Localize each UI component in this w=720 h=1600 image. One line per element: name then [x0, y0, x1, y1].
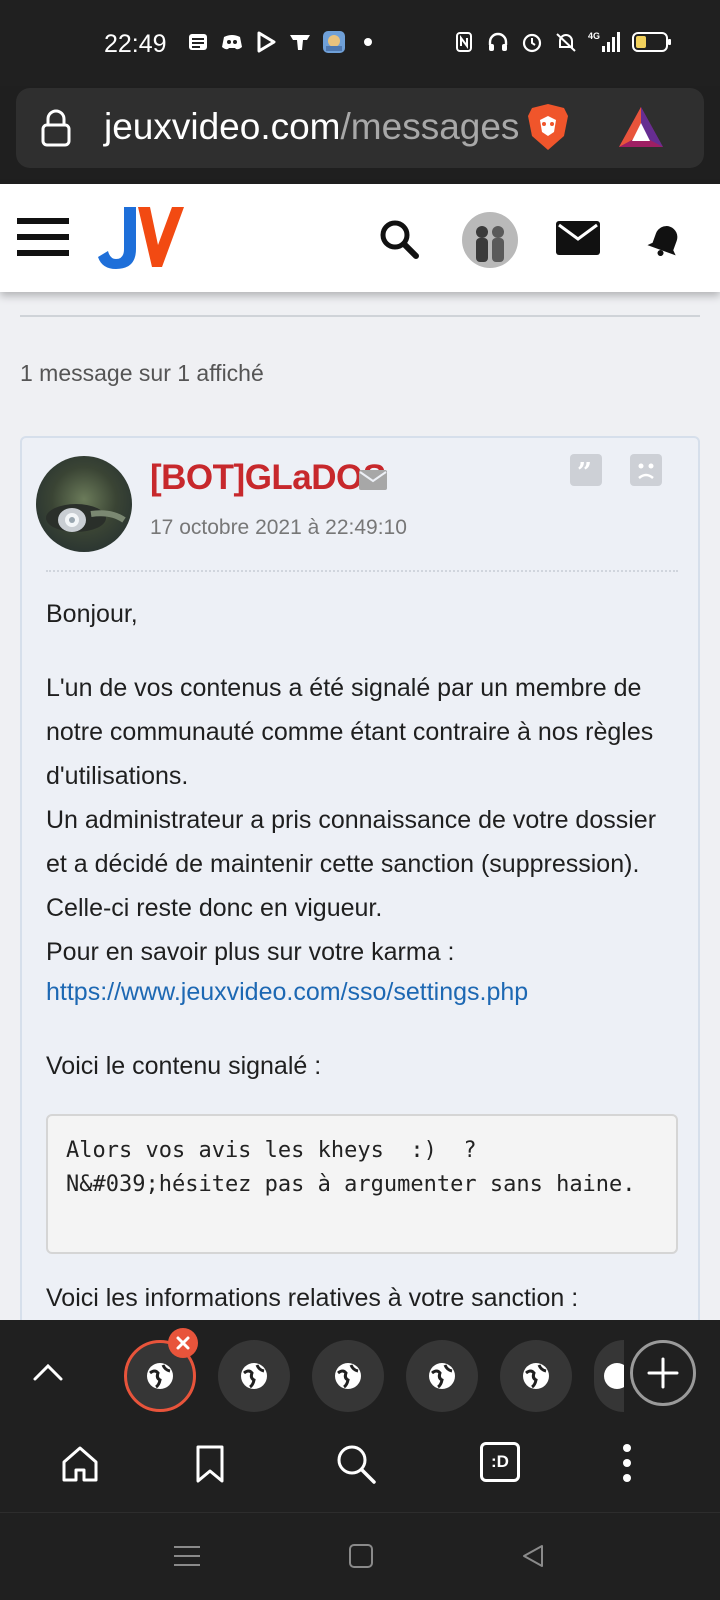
karma-settings-link[interactable]: https://www.jeuxvideo.com/sso/settings.p…	[46, 978, 528, 1006]
tab-strip	[0, 1320, 720, 1432]
mute-icon	[554, 30, 578, 54]
reported-content-box: Alors vos avis les kheys :) ? N&#039;hés…	[46, 1114, 678, 1254]
nfc-icon	[452, 30, 476, 54]
back-nav-icon[interactable]	[518, 1541, 548, 1571]
recent-apps-icon[interactable]	[172, 1541, 202, 1571]
reported-intro: Voici le contenu signalé :	[46, 1052, 322, 1080]
notification-icons	[186, 30, 380, 54]
mail-icon[interactable]	[556, 220, 600, 256]
home-nav-icon[interactable]	[346, 1541, 376, 1571]
url-domain: jeuxvideo.com	[104, 106, 341, 147]
message-count: 1 message sur 1 affiché	[20, 360, 264, 386]
game-app-icon	[288, 30, 312, 54]
site-header	[0, 184, 720, 292]
news-icon	[186, 30, 210, 54]
battery-icon	[632, 30, 672, 54]
message-link-line: https://www.jeuxvideo.com/sso/settings.p…	[46, 970, 676, 1014]
svg-text:4G: 4G	[588, 31, 600, 41]
headphones-icon	[486, 30, 510, 54]
close-tab-icon[interactable]	[168, 1328, 198, 1358]
tab-item-partial[interactable]	[594, 1340, 624, 1412]
tab-item[interactable]	[218, 1340, 290, 1412]
url-text[interactable]: jeuxvideo.com/messages	[104, 106, 519, 148]
play-icon	[254, 30, 278, 54]
search-toolbar-icon[interactable]	[334, 1442, 378, 1486]
divider	[20, 315, 700, 317]
private-message-icon[interactable]	[358, 468, 388, 492]
address-bar[interactable]: jeuxvideo.com/messages	[16, 88, 704, 168]
quote-icon[interactable]: ”	[570, 454, 602, 486]
tab-switcher-label: :D	[491, 1452, 509, 1471]
alarm-icon	[520, 30, 544, 54]
sanction-intro: Voici les informations relatives à votre…	[46, 1284, 579, 1312]
message-paragraph-3: Pour en savoir plus sur votre karma :	[46, 938, 455, 966]
web-page: 1 message sur 1 affiché [BOT]GLaDOS ” 17…	[0, 184, 720, 1320]
message-card: [BOT]GLaDOS ” 17 octobre 2021 à 22:49:10…	[20, 436, 700, 1320]
tab-switcher-button[interactable]: :D	[480, 1442, 520, 1482]
message-greeting: Bonjour,	[46, 600, 138, 628]
author-name[interactable]: [BOT]GLaDOS	[150, 458, 386, 498]
tab-item[interactable]	[312, 1340, 384, 1412]
author-avatar[interactable]	[36, 456, 132, 552]
lock-icon[interactable]	[38, 108, 74, 148]
notifications-bell-icon[interactable]	[646, 218, 686, 258]
tab-item[interactable]	[500, 1340, 572, 1412]
tab-item[interactable]	[406, 1340, 478, 1412]
brave-rewards-icon[interactable]	[616, 102, 666, 152]
system-navigation-bar	[0, 1512, 720, 1600]
jv-logo[interactable]	[96, 204, 184, 272]
new-tab-plus-icon[interactable]	[630, 1340, 696, 1406]
message-paragraph-2: Un administrateur a pris connaissance de…	[46, 806, 657, 922]
card-separator	[46, 570, 678, 572]
svg-text:”: ”	[577, 458, 592, 486]
signal-4g-icon: 4G	[588, 30, 622, 54]
more-options-icon[interactable]	[614, 1440, 640, 1486]
user-avatar-icon[interactable]	[462, 212, 518, 268]
dot-icon	[356, 30, 380, 54]
home-icon[interactable]	[58, 1442, 102, 1486]
report-icon[interactable]	[630, 454, 662, 486]
search-icon[interactable]	[378, 218, 420, 260]
system-icons: 4G	[452, 30, 672, 54]
status-bar: 22:49 4G	[0, 0, 720, 86]
status-time: 22:49	[104, 30, 167, 58]
browser-toolbar: :D	[0, 1420, 720, 1512]
menu-icon[interactable]	[16, 214, 70, 260]
message-date: 17 octobre 2021 à 22:49:10	[150, 516, 407, 539]
url-path: /messages	[340, 106, 520, 147]
app-thumbnail-icon	[322, 30, 346, 54]
brave-shields-icon[interactable]	[524, 100, 572, 154]
collapse-chevron-icon[interactable]	[30, 1354, 66, 1390]
message-paragraph-1: L'un de vos contenus a été signalé par u…	[46, 674, 654, 790]
discord-icon	[220, 30, 244, 54]
bookmark-icon[interactable]	[190, 1442, 230, 1486]
